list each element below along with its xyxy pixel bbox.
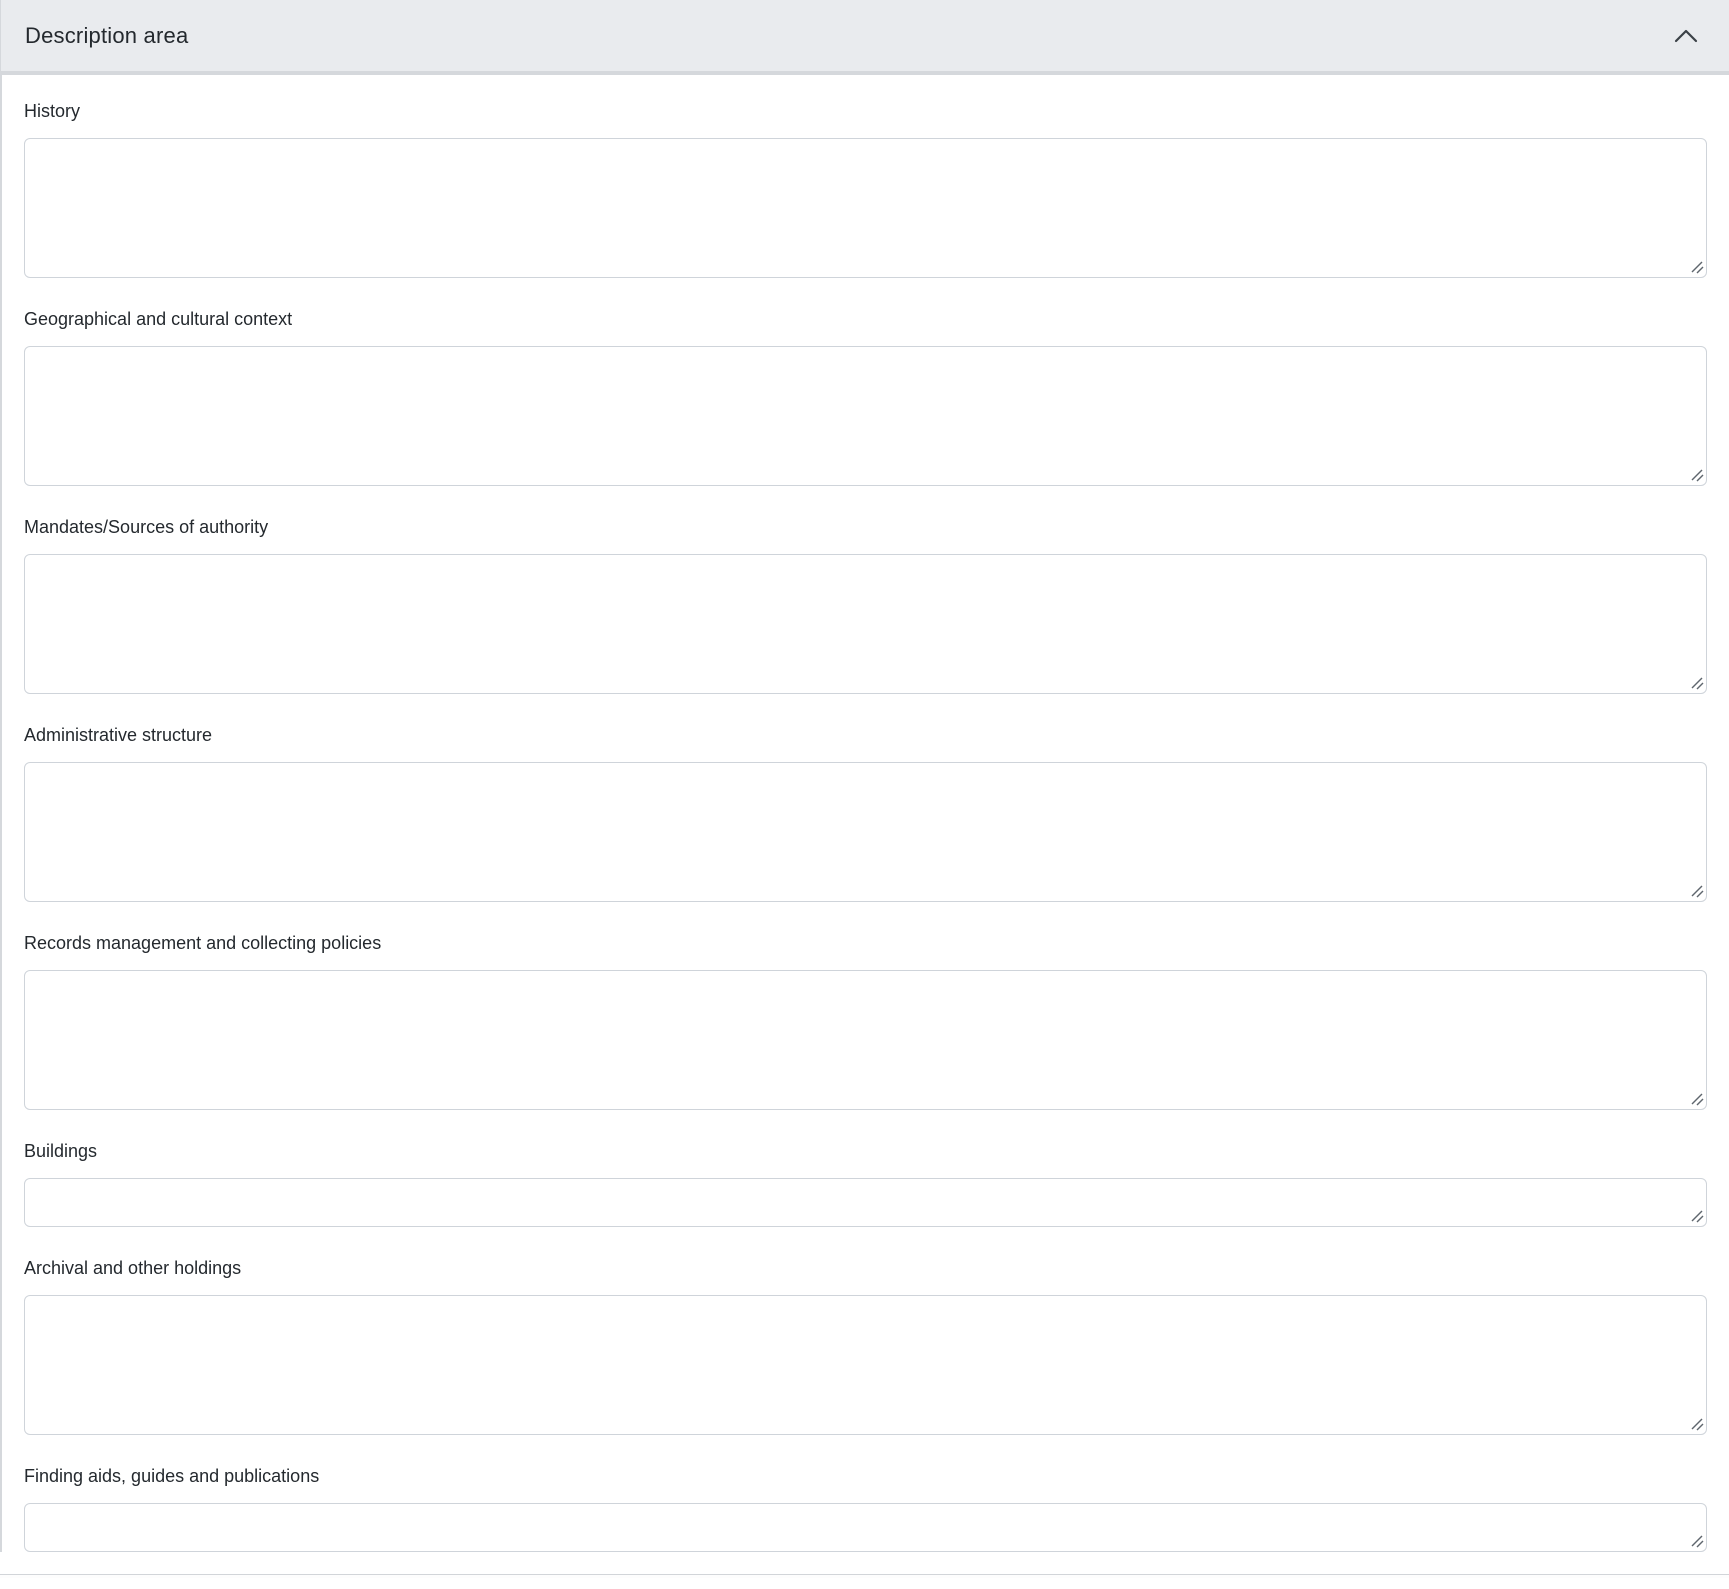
history-textarea[interactable] — [24, 138, 1707, 278]
geographical-context-textarea[interactable] — [24, 346, 1707, 486]
chevron-up-icon — [1673, 28, 1699, 44]
field-group-buildings: Buildings — [24, 1139, 1707, 1227]
textarea-wrap — [24, 970, 1707, 1110]
resize-handle-icon[interactable] — [1690, 260, 1704, 274]
textarea-wrap — [24, 554, 1707, 694]
textarea-wrap — [24, 1295, 1707, 1435]
resize-handle-icon[interactable] — [1690, 1092, 1704, 1106]
field-label: Geographical and cultural context — [24, 307, 1707, 332]
finding-aids-textarea[interactable] — [24, 1503, 1707, 1552]
field-label: Archival and other holdings — [24, 1256, 1707, 1281]
textarea-wrap — [24, 346, 1707, 486]
resize-handle-icon[interactable] — [1690, 1209, 1704, 1223]
field-label: Mandates/Sources of authority — [24, 515, 1707, 540]
administrative-structure-textarea[interactable] — [24, 762, 1707, 902]
field-label: Records management and collecting polici… — [24, 931, 1707, 956]
field-label: Administrative structure — [24, 723, 1707, 748]
resize-handle-icon[interactable] — [1690, 468, 1704, 482]
field-group-geographical-context: Geographical and cultural context — [24, 307, 1707, 486]
resize-handle-icon[interactable] — [1690, 1534, 1704, 1548]
resize-handle-icon[interactable] — [1690, 884, 1704, 898]
section-body: History Geographical and cultural contex… — [0, 75, 1729, 1552]
field-group-archival-holdings: Archival and other holdings — [24, 1256, 1707, 1435]
field-label: Finding aids, guides and publications — [24, 1464, 1707, 1489]
section-title: Description area — [25, 23, 188, 49]
textarea-wrap — [24, 138, 1707, 278]
textarea-wrap — [24, 1503, 1707, 1552]
resize-handle-icon[interactable] — [1690, 1417, 1704, 1431]
records-management-textarea[interactable] — [24, 970, 1707, 1110]
section-header[interactable]: Description area — [0, 0, 1729, 75]
next-section-top-edge — [0, 1574, 1729, 1578]
field-group-mandates: Mandates/Sources of authority — [24, 515, 1707, 694]
collapse-section-button[interactable] — [1669, 24, 1703, 48]
description-area-section: Description area History Geographical an… — [0, 0, 1729, 1589]
field-group-administrative-structure: Administrative structure — [24, 723, 1707, 902]
field-group-finding-aids: Finding aids, guides and publications — [24, 1464, 1707, 1552]
textarea-wrap — [24, 1178, 1707, 1227]
field-group-history: History — [24, 99, 1707, 278]
field-label: History — [24, 99, 1707, 124]
archival-holdings-textarea[interactable] — [24, 1295, 1707, 1435]
field-group-records-management: Records management and collecting polici… — [24, 931, 1707, 1110]
resize-handle-icon[interactable] — [1690, 676, 1704, 690]
textarea-wrap — [24, 762, 1707, 902]
mandates-textarea[interactable] — [24, 554, 1707, 694]
field-label: Buildings — [24, 1139, 1707, 1164]
buildings-textarea[interactable] — [24, 1178, 1707, 1227]
